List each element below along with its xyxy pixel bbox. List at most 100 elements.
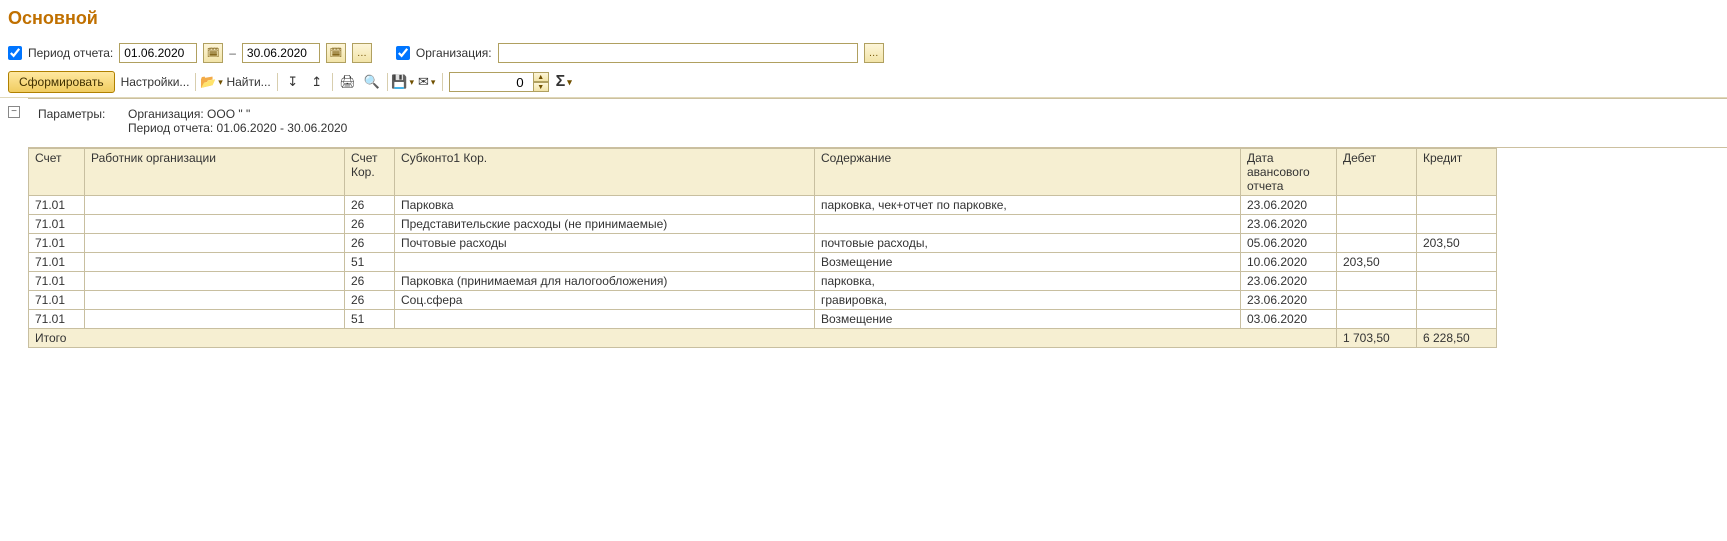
period-checkbox[interactable] [8,46,22,60]
cell-deb [1337,234,1417,253]
cell-deb [1337,272,1417,291]
table-row[interactable]: 71.0126Парковка (принимаемая для налогоо… [29,272,1497,291]
col-acctk: Счет Кор. [345,149,395,196]
cell-deb: 203,50 [1337,253,1417,272]
collapse-levels-icon[interactable]: ↧ [284,73,302,91]
cell-cont: почтовые расходы, [815,234,1241,253]
cell-cred: 203,50 [1417,234,1497,253]
clear-period-button[interactable]: … [352,43,372,63]
table-row[interactable]: 71.01 26Соц.сферагравировка,23.06.2020 [29,291,1497,310]
cell-acct: 71.01 [29,253,85,272]
cell-acctk: 26 [345,291,395,310]
cell-acct: 71.01 [29,215,85,234]
org-input[interactable] [498,43,858,63]
cell-date: 05.06.2020 [1241,234,1337,253]
range-dash: – [229,46,236,60]
cell-date: 23.06.2020 [1241,272,1337,291]
cell-emp [85,234,345,253]
params-period: Период отчета: 01.06.2020 - 30.06.2020 [128,121,347,135]
cell-date: 23.06.2020 [1241,196,1337,215]
cell-cont: парковка, чек+отчет по парковке, [815,196,1241,215]
table-row[interactable]: 71.01 51 Возмещение10.06.2020203,50 [29,253,1497,272]
total-row: Итого 1 703,50 6 228,50 [29,329,1497,348]
calendar-icon[interactable]: 🗓 [203,43,223,63]
col-deb: Дебет [1337,149,1417,196]
open-icon[interactable]: 📂 [202,73,220,91]
cell-acctk: 51 [345,253,395,272]
table-row[interactable]: 71.01 26Представительские расходы (не при… [29,215,1497,234]
cell-cont: гравировка, [815,291,1241,310]
cell-cont: Возмещение [815,253,1241,272]
cell-acct: 71.01 [29,310,85,329]
table-row[interactable]: 71.01 26Почтовые расходыпочтовые расходы,… [29,234,1497,253]
total-cred: 6 228,50 [1417,329,1497,348]
cell-deb [1337,291,1417,310]
cell-emp [85,196,345,215]
cell-acctk: 51 [345,310,395,329]
cell-acct: 71.01 [29,272,85,291]
sigma-icon[interactable]: Σ [555,73,573,91]
mail-icon[interactable]: ✉ [418,73,436,91]
expand-levels-icon[interactable]: ↥ [308,73,326,91]
col-date: Дата авансового отчета [1241,149,1337,196]
filter-bar: Период отчета: 🗓 – 🗓 … Организация: … [0,39,1727,67]
calendar-icon[interactable]: 🗓 [326,43,346,63]
cell-acct: 71.01 [29,234,85,253]
spin-up-icon[interactable]: ▲ [533,72,549,82]
cell-cred [1417,196,1497,215]
cell-emp [85,253,345,272]
cell-emp [85,291,345,310]
form-report-button[interactable]: Сформировать [8,71,115,93]
spin-down-icon[interactable]: ▼ [533,82,549,92]
cell-acct: 71.01 [29,196,85,215]
cell-sub: Соц.сфера [395,291,815,310]
cell-emp [85,272,345,291]
cell-cred [1417,215,1497,234]
cell-date: 10.06.2020 [1241,253,1337,272]
report-table: Счет Работник организации Счет Кор. Субк… [28,148,1497,348]
collapse-toggle-icon[interactable]: − [8,106,20,118]
cell-deb [1337,310,1417,329]
cell-sub [395,310,815,329]
org-select-button[interactable]: … [864,43,884,63]
cell-cred [1417,253,1497,272]
cell-cred [1417,310,1497,329]
cell-deb [1337,196,1417,215]
cell-acctk: 26 [345,215,395,234]
find-button[interactable]: Найти... [226,75,270,89]
cell-date: 23.06.2020 [1241,215,1337,234]
cell-acctk: 26 [345,196,395,215]
col-acct: Счет [29,149,85,196]
toolbar: Сформировать Настройки... 📂 Найти... ↧ ↥… [0,67,1727,98]
cell-cred [1417,272,1497,291]
cell-sub: Парковка (принимаемая для налогообложени… [395,272,815,291]
table-row[interactable]: 71.01 26Парковкапарковка, чек+отчет по па… [29,196,1497,215]
total-label: Итого [29,329,1337,348]
settings-button[interactable]: Настройки... [121,75,190,89]
period-label: Период отчета: [28,46,113,60]
save-icon[interactable]: 💾 [394,73,412,91]
preview-icon[interactable]: 🔍 [363,73,381,91]
date-from-input[interactable] [119,43,197,63]
print-icon[interactable]: 🖨 [339,73,357,91]
org-label: Организация: [416,46,492,60]
col-emp: Работник организации [85,149,345,196]
org-checkbox[interactable] [396,46,410,60]
cell-cont: парковка, [815,272,1241,291]
table-row[interactable]: 71.0151Возмещение03.06.2020 [29,310,1497,329]
cell-date: 03.06.2020 [1241,310,1337,329]
cell-acct: 71.01 [29,291,85,310]
total-deb: 1 703,50 [1337,329,1417,348]
page-title: Основной [0,0,1727,39]
col-sub: Субконто1 Кор. [395,149,815,196]
cell-sub: Парковка [395,196,815,215]
col-cred: Кредит [1417,149,1497,196]
date-to-input[interactable] [242,43,320,63]
cell-emp [85,310,345,329]
cell-date: 23.06.2020 [1241,291,1337,310]
cell-cred [1417,291,1497,310]
cell-emp [85,215,345,234]
cell-sub: Представительские расходы (не принимаемы… [395,215,815,234]
cell-sub: Почтовые расходы [395,234,815,253]
cell-acctk: 26 [345,234,395,253]
